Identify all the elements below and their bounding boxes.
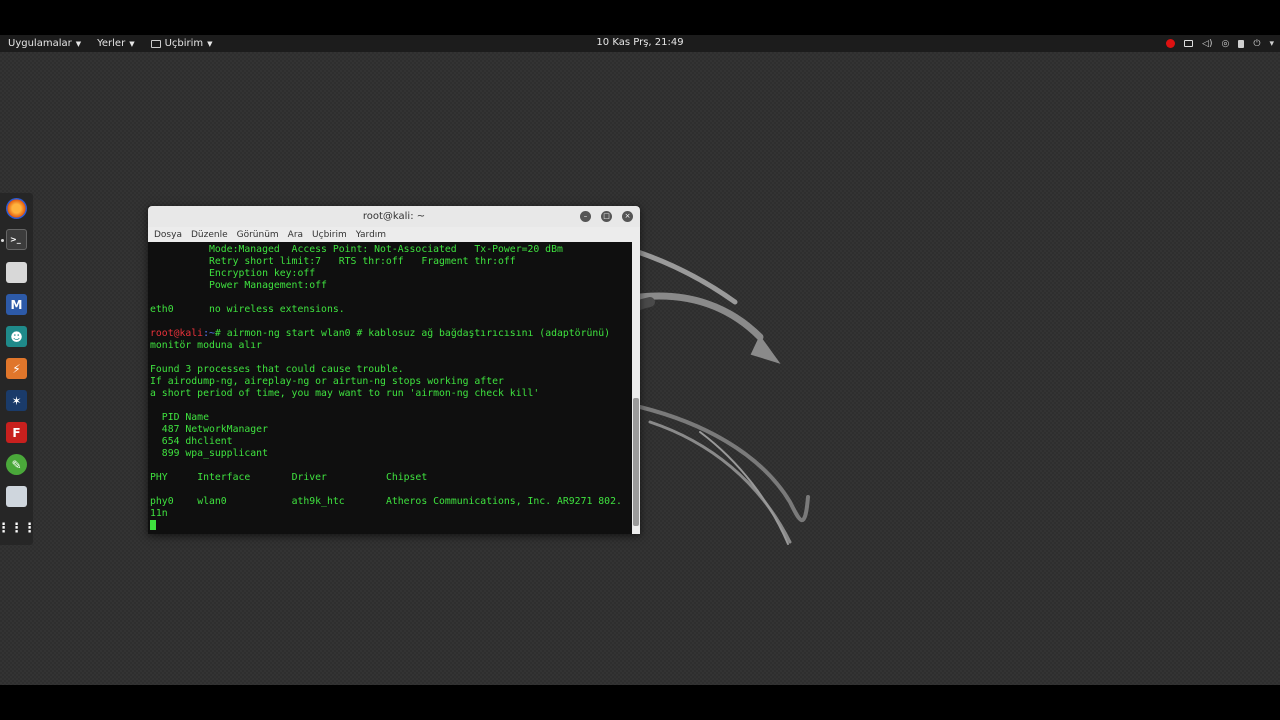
app-grid-icon[interactable]: ⋮⋮⋮ (0, 518, 36, 539)
terminal-icon (150, 39, 161, 48)
terminal-line: 11n (150, 508, 168, 519)
desktop: root@kali: ~ – □ × Dosya Düzenle Görünüm… (0, 52, 1280, 685)
applications-menu[interactable]: Uygulamalar ▼ (0, 35, 89, 52)
minimize-button[interactable]: – (580, 211, 591, 222)
burpsuite-icon[interactable]: ⚡ (6, 358, 27, 379)
system-tray[interactable]: ◁) ◎ ⏻ ▾ (1166, 35, 1274, 52)
terminal-output[interactable]: Mode:Managed Access Point: Not-Associate… (148, 242, 632, 534)
terminal-line: phy0 wlan0 ath9k_htc Atheros Communicati… (150, 496, 622, 507)
terminal-scrollbar[interactable] (632, 242, 640, 534)
settings-icon[interactable] (6, 486, 27, 507)
close-icon: × (624, 212, 631, 220)
close-button[interactable]: × (622, 211, 633, 222)
menu-view[interactable]: Görünüm (237, 230, 279, 240)
minimize-icon: – (583, 212, 588, 220)
active-indicator (1, 239, 4, 242)
terminal-line: Encryption key:off (150, 268, 316, 279)
terminal-line: PID Name (150, 412, 209, 423)
volume-icon[interactable]: ◁) (1202, 39, 1212, 49)
dash-dock: >_ M ☻ ⚡ ✶ F ✎ ⋮⋮⋮ (0, 193, 36, 545)
menu-terminal[interactable]: Uçbirim (312, 230, 347, 240)
metasploit-icon[interactable]: M (6, 294, 27, 315)
clock[interactable]: 10 Kas Prş, 21:49 (596, 37, 683, 48)
terminal-line: Retry short limit:7 RTS thr:off Fragment… (150, 256, 516, 267)
battery-icon[interactable] (1238, 39, 1245, 48)
terminal-window[interactable]: root@kali: ~ – □ × Dosya Düzenle Görünüm… (148, 206, 640, 534)
terminal-line: Found 3 processes that could cause troub… (150, 364, 404, 375)
command-wrap: monitör moduna alır (150, 340, 263, 351)
active-app-menu[interactable]: Uçbirim ▼ (143, 35, 221, 52)
firefox-icon[interactable] (6, 198, 27, 219)
terminal-line: eth0 no wireless extensions. (150, 304, 345, 315)
letterbox-top (0, 0, 1280, 35)
terminal-icon[interactable]: >_ (6, 229, 27, 250)
chevron-down-icon: ▼ (207, 39, 213, 48)
maximize-icon: □ (603, 212, 610, 220)
terminal-line: PHY Interface Driver Chipset (150, 472, 428, 483)
terminal-line: 654 dhclient (150, 436, 233, 447)
chevron-down-icon: ▼ (129, 39, 135, 48)
chevron-down-icon: ▼ (75, 39, 82, 48)
maltego-icon[interactable]: ✶ (6, 390, 27, 411)
prompt-path: :~ (203, 328, 215, 339)
faraday-icon[interactable]: F (6, 422, 27, 443)
top-panel: Uygulamalar ▼ Yerler ▼ Uçbirim ▼ 10 Kas … (0, 35, 1280, 52)
menu-edit[interactable]: Düzenle (191, 230, 228, 240)
prompt-user: root@kali (150, 328, 204, 339)
window-titlebar[interactable]: root@kali: ~ – □ × (148, 206, 640, 227)
armitage-icon[interactable]: ☻ (6, 326, 27, 347)
applications-label: Uygulamalar (8, 38, 72, 49)
places-label: Yerler (97, 38, 126, 49)
prompt-symbol: # (214, 328, 227, 339)
window-title: root@kali: ~ (362, 211, 426, 222)
letterbox-bottom (0, 685, 1280, 720)
terminal-line: 899 wpa_supplicant (150, 448, 268, 459)
command-text: airmon-ng start wlan0 # kablosuz ağ bağd… (226, 328, 611, 339)
accessibility-icon[interactable]: ◎ (1221, 39, 1229, 49)
leafpad-icon[interactable]: ✎ (6, 454, 27, 475)
menu-file[interactable]: Dosya (154, 230, 182, 240)
menu-search[interactable]: Ara (288, 230, 303, 240)
terminal-line: Power Management:off (150, 280, 327, 291)
terminal-line: Mode:Managed Access Point: Not-Associate… (150, 244, 563, 255)
record-indicator-icon[interactable] (1166, 39, 1176, 48)
files-icon[interactable] (6, 262, 27, 283)
power-icon[interactable]: ⏻ (1253, 39, 1260, 49)
places-menu[interactable]: Yerler ▼ (89, 35, 142, 52)
scrollbar-thumb[interactable] (633, 398, 639, 526)
chevron-down-icon[interactable]: ▾ (1269, 39, 1274, 49)
display-icon[interactable] (1184, 40, 1194, 47)
terminal-line: If airodump-ng, aireplay-ng or airtun-ng… (150, 376, 504, 387)
maximize-button[interactable]: □ (601, 211, 612, 222)
terminal-line: a short period of time, you may want to … (150, 388, 540, 399)
active-app-label: Uçbirim (164, 38, 204, 49)
menu-help[interactable]: Yardım (356, 230, 386, 240)
text-cursor (150, 520, 156, 530)
window-menubar: Dosya Düzenle Görünüm Ara Uçbirim Yardım (148, 227, 640, 242)
terminal-line: 487 NetworkManager (150, 424, 268, 435)
